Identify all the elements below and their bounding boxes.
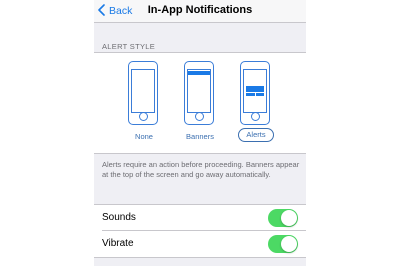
alert-style-alerts[interactable]: Alerts: [234, 61, 278, 147]
vibrate-toggle[interactable]: [268, 235, 298, 253]
sounds-toggle[interactable]: [268, 209, 298, 227]
alert-style-header: ALERT STYLE: [102, 42, 156, 51]
phone-banner-icon: [184, 61, 214, 125]
sounds-label: Sounds: [102, 212, 136, 223]
alert-style-none[interactable]: None: [122, 61, 166, 147]
alert-style-none-label: None: [135, 132, 153, 141]
navigation-bar: Back In-App Notifications: [94, 0, 306, 23]
sounds-row: Sounds: [94, 205, 306, 231]
vibrate-row: Vibrate: [94, 231, 306, 257]
alert-preview: [246, 86, 264, 96]
sound-vibrate-group: Sounds Vibrate: [94, 204, 306, 258]
alert-style-banners[interactable]: Banners: [178, 61, 222, 147]
alert-style-alerts-label: Alerts: [238, 128, 274, 142]
banner-preview: [188, 71, 210, 75]
vibrate-label: Vibrate: [102, 238, 134, 249]
alert-style-group: None Banners Alerts: [94, 52, 306, 154]
phone-none-icon: [128, 61, 158, 125]
phone-alert-icon: [240, 61, 270, 125]
screen: Back In-App Notifications ALERT STYLE No…: [0, 0, 400, 266]
alert-style-banners-label: Banners: [186, 132, 214, 141]
alert-style-footnote: Alerts require an action before proceedi…: [102, 160, 300, 179]
page-title: In-App Notifications: [147, 4, 253, 16]
